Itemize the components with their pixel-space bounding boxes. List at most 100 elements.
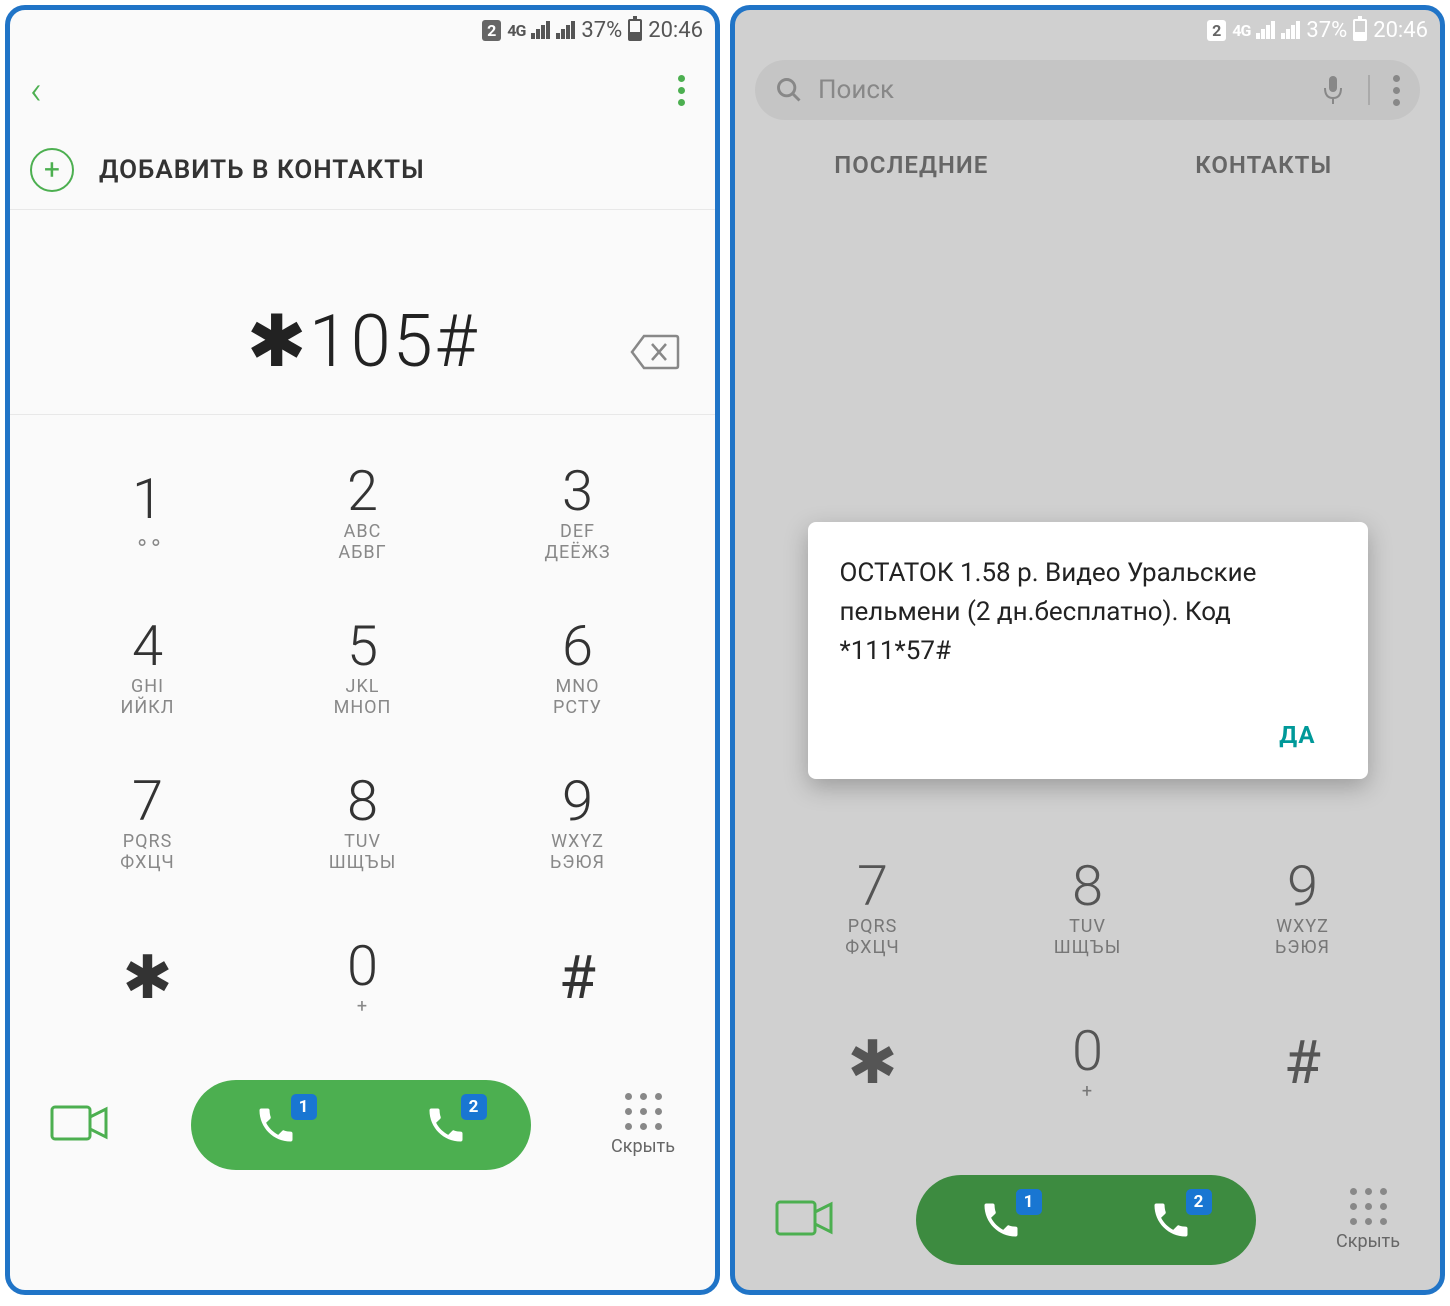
key-letters-latin: PQRS xyxy=(848,916,898,937)
call-sim1-button[interactable]: 1 xyxy=(916,1175,1086,1265)
key-letters-latin: DEF xyxy=(560,521,595,542)
ussd-message: ОСТАТОК 1.58 р. Видео Уральские пельмени… xyxy=(840,554,1336,671)
key-✱[interactable]: ✱ xyxy=(765,985,980,1140)
signal-icon xyxy=(531,21,550,39)
key-digit: 9 xyxy=(1287,858,1318,914)
key-digit: # xyxy=(559,942,596,1013)
key-9[interactable]: 9WXYZЬЭЮЯ xyxy=(470,745,685,900)
add-to-contacts-button[interactable]: + ДОБАВИТЬ В КОНТАКТЫ xyxy=(10,130,715,210)
hide-keypad-button[interactable]: Скрыть xyxy=(611,1093,675,1157)
key-0[interactable]: 0+ xyxy=(980,985,1195,1140)
call-sim2-button[interactable]: 2 xyxy=(361,1080,531,1170)
plus-icon: + xyxy=(30,148,74,192)
key-letters-cyrillic: ШЩЪЫ xyxy=(1054,937,1122,958)
key-9[interactable]: 9WXYZЬЭЮЯ xyxy=(1195,830,1410,985)
clock: 20:46 xyxy=(1373,18,1428,43)
battery-icon xyxy=(1353,19,1367,41)
back-button[interactable]: ‹ xyxy=(30,67,42,114)
key-letters-cyrillic: ЬЭЮЯ xyxy=(1275,937,1330,958)
bottom-bar: 1 2 Скрыть xyxy=(735,1160,1440,1290)
battery-icon xyxy=(628,19,642,41)
video-call-button[interactable] xyxy=(50,1101,110,1149)
key-letters-latin: WXYZ xyxy=(551,831,604,852)
sim2-badge: 2 xyxy=(1186,1189,1212,1215)
sim1-badge: 1 xyxy=(1016,1189,1042,1215)
key-digit: 4 xyxy=(132,618,163,674)
key-3[interactable]: 3DEFДЕЁЖЗ xyxy=(470,435,685,590)
key-digit: ✱ xyxy=(122,942,172,1013)
key-digit: 2 xyxy=(347,463,378,519)
key-1[interactable]: 1 ⚬⚬ xyxy=(40,435,255,590)
sim1-badge: 1 xyxy=(291,1094,317,1120)
sim-indicator: 2 xyxy=(482,20,501,41)
key-6[interactable]: 6MNOРСТУ xyxy=(470,590,685,745)
key-4[interactable]: 4GHIИЙКЛ xyxy=(40,590,255,745)
key-letters-cyrillic: ЬЭЮЯ xyxy=(550,852,605,873)
key-digit: 3 xyxy=(562,463,593,519)
battery-pct: 37% xyxy=(581,18,622,43)
key-digit: 8 xyxy=(347,773,378,829)
call-sim2-button[interactable]: 2 xyxy=(1086,1175,1256,1265)
key-letters-latin: TUV xyxy=(1069,916,1106,937)
key-digit: 6 xyxy=(562,618,593,674)
keypad: 1⚬⚬2ABCАБВГ3DEFДЕЁЖЗ4GHIИЙКЛ5JKLМНОП6MNO… xyxy=(10,415,715,1065)
tab-recent[interactable]: ПОСЛЕДНИЕ xyxy=(735,130,1088,200)
key-letters-latin: + xyxy=(1082,1081,1093,1102)
status-bar: 2 4G 37% 20:46 xyxy=(10,10,715,50)
key-digit: 0 xyxy=(347,938,378,994)
search-placeholder: Поиск xyxy=(818,75,1306,105)
key-✱[interactable]: ✱ xyxy=(40,900,255,1055)
more-menu-icon[interactable] xyxy=(1393,75,1400,106)
signal-icon xyxy=(1256,21,1275,39)
key-#[interactable]: # xyxy=(470,900,685,1055)
key-2[interactable]: 2ABCАБВГ xyxy=(255,435,470,590)
key-letters-cyrillic: ДЕЁЖЗ xyxy=(544,542,610,563)
call-sim1-button[interactable]: 1 xyxy=(191,1080,361,1170)
ussd-response-dialog: ОСТАТОК 1.58 р. Видео Уральские пельмени… xyxy=(808,522,1368,779)
hide-keypad-button[interactable]: Скрыть xyxy=(1336,1188,1400,1252)
key-letters-cyrillic: АБВГ xyxy=(338,542,386,563)
keypad-dots-icon xyxy=(1350,1188,1387,1225)
network-type: 4G xyxy=(507,21,525,40)
tab-contacts[interactable]: КОНТАКТЫ xyxy=(1088,130,1441,200)
header: ‹ xyxy=(10,50,715,130)
key-letters-latin: ABC xyxy=(344,521,382,542)
key-digit: 8 xyxy=(1072,858,1103,914)
key-#[interactable]: # xyxy=(1195,985,1410,1140)
dialed-number: ✱105# xyxy=(246,299,478,384)
bottom-bar: 1 2 Скрыть xyxy=(10,1065,715,1195)
key-letters-cyrillic: МНОП xyxy=(334,697,392,718)
ok-button[interactable]: ДА xyxy=(1259,711,1335,759)
add-contact-label: ДОБАВИТЬ В КОНТАКТЫ xyxy=(99,155,425,185)
voicemail-icon: ⚬⚬ xyxy=(134,531,162,555)
video-call-button[interactable] xyxy=(775,1196,835,1244)
key-5[interactable]: 5JKLМНОП xyxy=(255,590,470,745)
tabs: ПОСЛЕДНИЕ КОНТАКТЫ xyxy=(735,130,1440,200)
search-bar[interactable]: Поиск xyxy=(755,60,1420,120)
key-7[interactable]: 7PQRSФХЦЧ xyxy=(765,830,980,985)
key-letters-cyrillic: ИЙКЛ xyxy=(121,697,175,718)
key-digit: 0 xyxy=(1072,1023,1103,1079)
more-menu-icon[interactable] xyxy=(668,65,695,116)
hide-label: Скрыть xyxy=(611,1136,675,1157)
key-letters-latin: + xyxy=(357,996,368,1017)
key-8[interactable]: 8TUVШЩЪЫ xyxy=(255,745,470,900)
clock: 20:46 xyxy=(648,18,703,43)
key-digit: 7 xyxy=(857,858,888,914)
key-letters-latin: WXYZ xyxy=(1276,916,1329,937)
backspace-button[interactable] xyxy=(630,334,680,374)
key-digit: ✱ xyxy=(847,1027,897,1098)
key-digit: 1 xyxy=(132,471,163,527)
key-letters-latin: TUV xyxy=(344,831,381,852)
status-bar: 2 4G 37% 20:46 xyxy=(735,10,1440,50)
network-type: 4G xyxy=(1232,21,1250,40)
call-button: 1 2 xyxy=(916,1175,1256,1265)
signal-icon-2 xyxy=(556,21,575,39)
battery-pct: 37% xyxy=(1306,18,1347,43)
mic-icon[interactable] xyxy=(1321,74,1345,106)
key-letters-latin: PQRS xyxy=(123,831,173,852)
key-0[interactable]: 0+ xyxy=(255,900,470,1055)
key-digit: 5 xyxy=(347,618,378,674)
key-8[interactable]: 8TUVШЩЪЫ xyxy=(980,830,1195,985)
key-7[interactable]: 7PQRSФХЦЧ xyxy=(40,745,255,900)
